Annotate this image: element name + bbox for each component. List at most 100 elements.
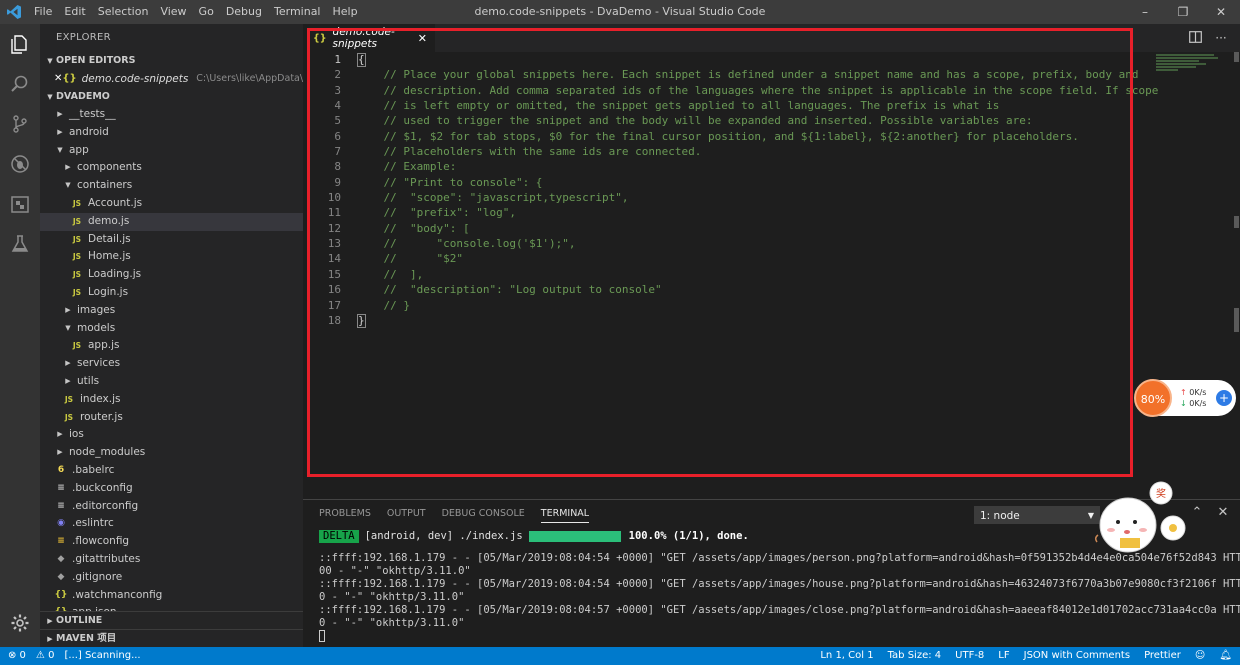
code-line[interactable]: // "console.log('$1');",: [357, 236, 1137, 251]
tree-folder[interactable]: ▼ models: [40, 320, 303, 338]
tree-file[interactable]: JS Home.js: [40, 248, 303, 266]
code-line[interactable]: // }: [357, 298, 1137, 313]
panel-tab-problems[interactable]: PROBLEMS: [319, 508, 371, 523]
language-mode[interactable]: JSON with Comments: [1024, 647, 1130, 665]
test-flask-icon[interactable]: [0, 224, 40, 264]
tree-file[interactable]: ◆ .gitattributes: [40, 551, 303, 569]
code-line[interactable]: // $1, $2 for tab stops, $0 for the fina…: [357, 129, 1137, 144]
tree-folder[interactable]: ▼ app: [40, 142, 303, 160]
code-line[interactable]: // Example:: [357, 159, 1137, 174]
tree-file[interactable]: JS app.js: [40, 337, 303, 355]
debug-icon[interactable]: [0, 144, 40, 184]
menu-help[interactable]: Help: [327, 0, 364, 24]
tab-size[interactable]: Tab Size: 4: [888, 647, 942, 665]
outline-section[interactable]: ▶ OUTLINE: [40, 611, 303, 629]
feedback-smiley-icon[interactable]: ☺: [1195, 647, 1205, 665]
panel-tab-terminal[interactable]: TERMINAL: [540, 508, 590, 523]
tree-folder[interactable]: ▶ __tests__: [40, 106, 303, 124]
menu-go[interactable]: Go: [193, 0, 220, 24]
panel-tab-output[interactable]: OUTPUT: [387, 508, 426, 523]
tree-folder[interactable]: ▶ android: [40, 124, 303, 142]
code-line[interactable]: // "description": "Log output to console…: [357, 282, 1137, 297]
terminal-select[interactable]: 1: node ▼: [974, 506, 1100, 524]
close-window-button[interactable]: ✕: [1202, 0, 1240, 24]
tree-file[interactable]: ≡ .flowconfig: [40, 533, 303, 551]
encoding[interactable]: UTF-8: [955, 647, 984, 665]
close-panel-icon[interactable]: ✕: [1210, 505, 1236, 520]
code-line[interactable]: // used to trigger the snippet and the b…: [357, 113, 1137, 128]
code-line[interactable]: // "prefix": "log",: [357, 205, 1137, 220]
explorer-icon[interactable]: [0, 24, 40, 64]
tree-folder[interactable]: ▶ node_modules: [40, 444, 303, 462]
tree-file[interactable]: JS demo.js: [40, 212, 303, 231]
code-line[interactable]: // description. Add comma separated ids …: [357, 83, 1158, 98]
search-icon[interactable]: [0, 64, 40, 104]
tree-folder[interactable]: ▶ ios: [40, 426, 303, 444]
panel-tab-debug-console[interactable]: DEBUG CONSOLE: [442, 508, 525, 523]
close-tab-icon[interactable]: ✕: [418, 32, 427, 45]
maven-section[interactable]: ▶ MAVEN 项目: [40, 629, 303, 647]
tree-file[interactable]: 6 .babelrc: [40, 462, 303, 480]
task-status[interactable]: [...] Scanning...: [64, 647, 140, 665]
editor-scrollbar[interactable]: [1233, 52, 1240, 499]
menu-terminal[interactable]: Terminal: [268, 0, 327, 24]
cursor-position[interactable]: Ln 1, Col 1: [820, 647, 873, 665]
close-editor-icon[interactable]: ✕: [54, 70, 62, 88]
menu-edit[interactable]: Edit: [58, 0, 91, 24]
code-line[interactable]: // "body": [: [357, 221, 1137, 236]
plus-icon[interactable]: +: [1216, 390, 1232, 406]
prettier-formatter[interactable]: Prettier: [1144, 647, 1181, 665]
tree-folder[interactable]: ▼ containers: [40, 177, 303, 195]
tree-file[interactable]: ≡ .editorconfig: [40, 498, 303, 516]
code-line[interactable]: // Placeholders with the same ids are co…: [357, 144, 1137, 159]
tree-folder[interactable]: ▶ services: [40, 355, 303, 373]
code-line[interactable]: // "Print to console": {: [357, 175, 1137, 190]
more-actions-icon[interactable]: ···: [1208, 31, 1234, 45]
network-speed-widget[interactable]: 80% ↑ 0K/s ↓ 0K/s +: [1134, 379, 1236, 417]
minimap[interactable]: [1156, 54, 1228, 76]
tree-file[interactable]: ≡ .buckconfig: [40, 480, 303, 498]
tree-file[interactable]: ◆ .gitignore: [40, 569, 303, 587]
errors-indicator[interactable]: ⊗ 0: [8, 647, 26, 665]
menu-debug[interactable]: Debug: [220, 0, 268, 24]
split-editor-icon[interactable]: [1182, 30, 1208, 46]
code-line[interactable]: // Place your global snippets here. Each…: [357, 67, 1138, 82]
minimize-button[interactable]: –: [1126, 0, 1164, 24]
code-line[interactable]: }: [357, 313, 1137, 328]
tree-file[interactable]: {} .watchmanconfig: [40, 587, 303, 605]
tree-folder[interactable]: ▶ images: [40, 302, 303, 320]
extensions-icon[interactable]: [0, 184, 40, 224]
tree-file[interactable]: JS Loading.js: [40, 266, 303, 284]
code-line[interactable]: // is left empty or omitted, the snippet…: [357, 98, 1137, 113]
code-lines[interactable]: { // Place your global snippets here. Ea…: [357, 52, 1158, 328]
menu-view[interactable]: View: [154, 0, 192, 24]
tree-file[interactable]: ◉ .eslintrc: [40, 515, 303, 533]
project-section[interactable]: ▼ DVADEMO: [40, 88, 303, 106]
terminal-output[interactable]: DELTA [android, dev] ./index.js 100.0% (…: [319, 528, 1240, 643]
code-editor[interactable]: 1 2 3 4 5 6 7 8 9 10 11 12 13 14 15 16 17 18 { // Place y…: [303, 52, 1240, 499]
source-control-icon[interactable]: [0, 104, 40, 144]
tree-folder[interactable]: ▶ utils: [40, 373, 303, 391]
tree-file[interactable]: JS index.js: [40, 391, 303, 409]
code-line[interactable]: // "scope": "javascript,typescript",: [357, 190, 1137, 205]
code-line[interactable]: {: [357, 52, 1137, 67]
end-of-line[interactable]: LF: [998, 647, 1009, 665]
restore-button[interactable]: ❐: [1164, 0, 1202, 24]
menu-file[interactable]: File: [28, 0, 58, 24]
tree-file[interactable]: JS router.js: [40, 409, 303, 427]
code-line[interactable]: // "$2": [357, 251, 1137, 266]
settings-gear-icon[interactable]: [0, 603, 40, 643]
tree-file[interactable]: JS Detail.js: [40, 231, 303, 249]
memory-usage-ball[interactable]: 80%: [1134, 379, 1172, 417]
menu-selection[interactable]: Selection: [92, 0, 155, 24]
tree-file[interactable]: JS Login.js: [40, 284, 303, 302]
open-editor-item[interactable]: ✕ {} demo.code-snippets C:\Users\like\Ap…: [40, 70, 303, 88]
editor-tab-demo-code-snippets[interactable]: {} demo.code-snippets ✕: [303, 24, 435, 52]
tree-folder[interactable]: ▶ components: [40, 159, 303, 177]
warnings-indicator[interactable]: ⚠ 0: [36, 647, 55, 665]
tree-file[interactable]: JS Account.js: [40, 195, 303, 213]
line-number: 7: [334, 145, 341, 159]
open-editors-section[interactable]: ▼ OPEN EDITORS: [40, 52, 303, 70]
notifications-bell-icon[interactable]: 🔔︎: [1219, 647, 1232, 665]
code-line[interactable]: // ],: [357, 267, 1137, 282]
